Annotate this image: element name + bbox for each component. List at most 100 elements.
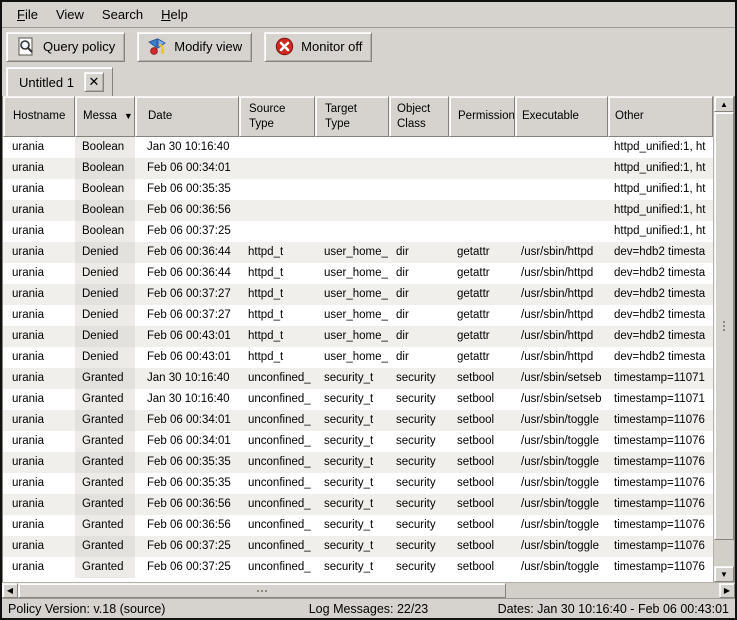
- cell-permission: setbool: [449, 368, 515, 389]
- cell-object-class: security: [389, 494, 449, 515]
- scroll-left-button[interactable]: ◀: [2, 583, 18, 598]
- cell-hostname: urania: [3, 389, 75, 410]
- menu-search[interactable]: Search: [93, 4, 152, 25]
- vertical-scrollbar-thumb[interactable]: [714, 112, 734, 540]
- cell-target-type: [315, 179, 389, 200]
- column-header-date[interactable]: Date: [135, 96, 239, 137]
- cell-object-class: security: [389, 452, 449, 473]
- cell-message: Granted: [75, 473, 135, 494]
- cell-executable: /usr/sbin/toggle: [515, 494, 608, 515]
- column-header-hostname[interactable]: Hostname: [3, 96, 75, 137]
- table-row[interactable]: urania Boolean Jan 30 10:16:40 httpd_uni…: [3, 137, 713, 158]
- scroll-up-button[interactable]: ▲: [714, 96, 734, 112]
- cell-executable: /usr/sbin/setseb: [515, 368, 608, 389]
- table-row[interactable]: urania Granted Jan 30 10:16:40 unconfine…: [3, 368, 713, 389]
- column-header-permission[interactable]: Permission: [449, 96, 515, 137]
- cell-object-class: security: [389, 536, 449, 557]
- cell-target-type: user_home_: [315, 284, 389, 305]
- column-header-target-type[interactable]: Target Type: [315, 96, 389, 137]
- cell-other: dev=hdb2 timesta: [608, 284, 713, 305]
- table-row[interactable]: urania Granted Jan 30 10:16:40 unconfine…: [3, 389, 713, 410]
- column-header-other[interactable]: Other: [608, 96, 713, 137]
- table-row[interactable]: urania Boolean Feb 06 00:34:01 httpd_uni…: [3, 158, 713, 179]
- scroll-right-button[interactable]: ▶: [719, 583, 735, 598]
- horizontal-scrollbar-thumb[interactable]: [18, 583, 506, 598]
- table-row[interactable]: urania Boolean Feb 06 00:36:56 httpd_uni…: [3, 200, 713, 221]
- cell-executable: [515, 200, 608, 221]
- cell-date: Jan 30 10:16:40: [135, 368, 239, 389]
- tab-close-button[interactable]: ✕: [84, 72, 104, 92]
- table-row[interactable]: urania Granted Feb 06 00:34:01 unconfine…: [3, 410, 713, 431]
- cell-permission: setbool: [449, 515, 515, 536]
- cell-permission: setbool: [449, 473, 515, 494]
- cell-source-type: httpd_t: [239, 242, 315, 263]
- cell-executable: [515, 221, 608, 242]
- table-row[interactable]: urania Granted Feb 06 00:34:01 unconfine…: [3, 431, 713, 452]
- table-row[interactable]: urania Granted Feb 06 00:36:56 unconfine…: [3, 515, 713, 536]
- table-row[interactable]: urania Denied Feb 06 00:37:27 httpd_t us…: [3, 305, 713, 326]
- tab-untitled-1[interactable]: Untitled 1 ✕: [6, 67, 113, 96]
- cell-date: Feb 06 00:43:01: [135, 326, 239, 347]
- column-header-executable[interactable]: Executable: [515, 96, 608, 137]
- cell-target-type: user_home_: [315, 242, 389, 263]
- cell-date: Feb 06 00:37:27: [135, 305, 239, 326]
- table-row[interactable]: urania Boolean Feb 06 00:35:35 httpd_uni…: [3, 179, 713, 200]
- table-row[interactable]: urania Denied Feb 06 00:36:44 httpd_t us…: [3, 242, 713, 263]
- cell-object-class: dir: [389, 326, 449, 347]
- modify-view-button[interactable]: Modify view: [137, 32, 252, 62]
- menu-file[interactable]: File: [8, 4, 47, 25]
- query-policy-label: Query policy: [43, 39, 115, 54]
- cell-target-type: [315, 221, 389, 242]
- cell-hostname: urania: [3, 410, 75, 431]
- cell-source-type: httpd_t: [239, 347, 315, 368]
- table-row[interactable]: urania Granted Feb 06 00:37:25 unconfine…: [3, 557, 713, 578]
- column-header-object-class[interactable]: Object Class: [389, 96, 449, 137]
- monitor-off-icon: [274, 36, 295, 57]
- cell-permission: setbool: [449, 452, 515, 473]
- cell-hostname: urania: [3, 431, 75, 452]
- vertical-scrollbar[interactable]: ▲ ▼: [713, 96, 734, 582]
- scroll-down-button[interactable]: ▼: [714, 566, 734, 582]
- cell-source-type: [239, 200, 315, 221]
- table-header-row: Hostname Messa▼ Date Source Type Target …: [3, 96, 713, 137]
- table-row[interactable]: urania Granted Feb 06 00:35:35 unconfine…: [3, 452, 713, 473]
- column-header-source-type[interactable]: Source Type: [239, 96, 315, 137]
- cell-object-class: security: [389, 473, 449, 494]
- cell-other: timestamp=11076: [608, 557, 713, 578]
- cell-object-class: security: [389, 389, 449, 410]
- cell-other: dev=hdb2 timesta: [608, 242, 713, 263]
- horizontal-scrollbar-trough[interactable]: [18, 583, 719, 598]
- cell-source-type: unconfined_: [239, 494, 315, 515]
- column-header-message[interactable]: Messa▼: [75, 96, 135, 137]
- cell-object-class: [389, 179, 449, 200]
- cell-date: Jan 30 10:16:40: [135, 389, 239, 410]
- menu-view[interactable]: View: [47, 4, 93, 25]
- column-header-label: Target Type: [325, 102, 384, 131]
- cell-target-type: security_t: [315, 452, 389, 473]
- cell-hostname: urania: [3, 221, 75, 242]
- vertical-scrollbar-trough[interactable]: [714, 112, 734, 566]
- cell-target-type: user_home_: [315, 326, 389, 347]
- table-row[interactable]: urania Denied Feb 06 00:43:01 httpd_t us…: [3, 326, 713, 347]
- cell-source-type: unconfined_: [239, 536, 315, 557]
- query-policy-button[interactable]: Query policy: [6, 32, 125, 62]
- table-row[interactable]: urania Denied Feb 06 00:37:27 httpd_t us…: [3, 284, 713, 305]
- table-row[interactable]: urania Granted Feb 06 00:37:25 unconfine…: [3, 536, 713, 557]
- cell-other: dev=hdb2 timesta: [608, 305, 713, 326]
- cell-permission: setbool: [449, 557, 515, 578]
- cell-object-class: dir: [389, 347, 449, 368]
- table-row[interactable]: urania Boolean Feb 06 00:37:25 httpd_uni…: [3, 221, 713, 242]
- table-row[interactable]: urania Granted Feb 06 00:36:56 unconfine…: [3, 494, 713, 515]
- cell-object-class: dir: [389, 284, 449, 305]
- cell-source-type: unconfined_: [239, 473, 315, 494]
- horizontal-scrollbar[interactable]: ◀ ▶: [2, 582, 735, 598]
- table-row[interactable]: urania Granted Feb 06 00:35:35 unconfine…: [3, 473, 713, 494]
- cell-permission: setbool: [449, 494, 515, 515]
- table-row[interactable]: urania Denied Feb 06 00:43:01 httpd_t us…: [3, 347, 713, 368]
- column-header-label: Date: [148, 109, 172, 123]
- monitor-off-button[interactable]: Monitor off: [264, 32, 372, 62]
- menu-help[interactable]: Help: [152, 4, 197, 25]
- table-row[interactable]: urania Denied Feb 06 00:36:44 httpd_t us…: [3, 263, 713, 284]
- cell-date: Feb 06 00:37:25: [135, 557, 239, 578]
- cell-other: httpd_unified:1, ht: [608, 179, 713, 200]
